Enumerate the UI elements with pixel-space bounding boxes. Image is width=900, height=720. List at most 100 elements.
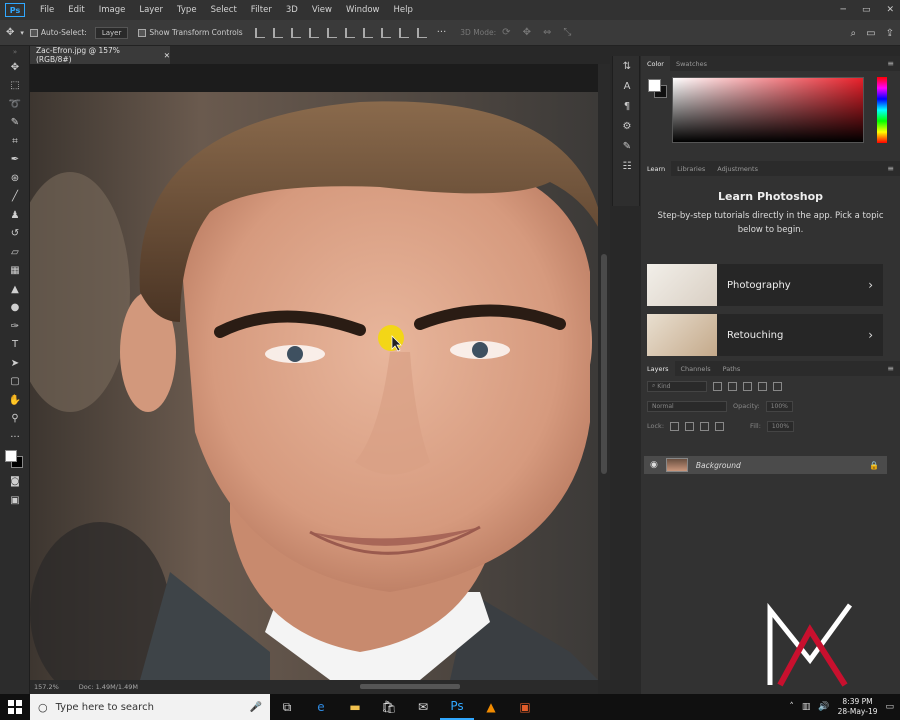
panel-menu-icon[interactable]: ≡ [887,164,894,173]
dodge-tool-icon[interactable]: ● [0,299,30,318]
edge-browser-icon[interactable]: e [304,694,338,720]
character-panel-icon[interactable]: A [613,76,641,96]
history-brush-tool-icon[interactable]: ↺ [0,225,30,244]
hue-slider[interactable] [877,77,887,143]
network-icon[interactable]: ▥ [802,702,811,712]
tool-presets-icon[interactable]: ☷ [613,156,641,176]
tab-color[interactable]: Color [641,56,670,71]
align-center-icon[interactable] [272,27,283,38]
pen-tool-icon[interactable]: ✑ [0,317,30,336]
maximize-icon[interactable]: ▭ [862,5,871,15]
foreground-color-swatch[interactable] [648,79,661,92]
hand-tool-icon[interactable]: ✋ [0,391,30,410]
tab-channels[interactable]: Channels [675,361,717,376]
minimize-icon[interactable]: ─ [841,5,846,15]
foreground-color-swatch[interactable] [5,449,17,462]
distribute-icon[interactable] [416,27,427,38]
distribute-icon[interactable] [362,27,373,38]
menu-help[interactable]: Help [387,5,420,15]
auto-select-checkbox[interactable]: Auto-Select: [29,28,87,37]
3d-orbit-icon[interactable]: ⟳ [502,27,510,38]
transform-controls-checkbox[interactable]: Show Transform Controls [138,28,243,37]
learn-card-retouching[interactable]: Retouching › [647,314,883,356]
fill-input[interactable]: 100% [766,420,795,432]
lock-all-icon[interactable] [715,421,725,431]
eyedropper-tool-icon[interactable]: ✒ [0,151,30,170]
horizontal-scrollbar[interactable] [360,684,460,689]
layer-name[interactable]: Background [696,461,741,470]
scrollbar-thumb[interactable] [601,254,607,474]
align-right-icon[interactable] [290,27,301,38]
document-image[interactable] [30,92,598,680]
lock-position-icon[interactable] [685,421,695,431]
distribute-icon[interactable] [380,27,391,38]
3d-pan-icon[interactable]: ✥ [523,27,531,38]
clock[interactable]: 8:39 PM 28-May-19 [838,697,878,717]
screen-mode-icon[interactable]: ▣ [0,491,30,510]
marquee-tool-icon[interactable]: ⬚ [0,77,30,96]
task-view-icon[interactable]: ⧉ [270,694,304,720]
taskbar-search[interactable]: ○ Type here to search 🎤 [30,694,270,720]
chevron-down-icon[interactable]: ▾ [20,29,24,37]
volume-icon[interactable]: 🔊 [818,702,829,712]
tab-libraries[interactable]: Libraries [671,161,711,176]
more-tools-icon[interactable]: ··· [0,428,30,447]
align-top-icon[interactable] [308,27,319,38]
blur-tool-icon[interactable]: ▲ [0,280,30,299]
menu-filter[interactable]: Filter [244,5,279,15]
menu-edit[interactable]: Edit [61,5,91,15]
brush-tool-icon[interactable]: ╱ [0,188,30,207]
auto-select-dropdown[interactable]: Layer [94,26,129,39]
menu-type[interactable]: Type [170,5,204,15]
media-app-icon[interactable]: ▣ [508,694,542,720]
rectangle-tool-icon[interactable]: ▢ [0,373,30,392]
menu-layer[interactable]: Layer [132,5,170,15]
quick-mask-icon[interactable]: ◙ [0,473,30,492]
close-icon[interactable]: ✕ [164,51,170,60]
3d-slide-icon[interactable]: ⇔ [543,27,551,38]
healing-tool-icon[interactable]: ⊛ [0,169,30,188]
quick-select-tool-icon[interactable]: ✎ [0,114,30,133]
eye-icon[interactable]: ◉ [650,460,658,470]
lock-artboard-icon[interactable] [700,421,710,431]
search-icon[interactable]: ⌕ [851,28,857,39]
path-select-tool-icon[interactable]: ➤ [0,354,30,373]
move-tool-icon[interactable]: ✥ [0,58,30,77]
layer-row-background[interactable]: ◉ Background 🔒 [644,456,887,474]
crop-tool-icon[interactable]: ⌗ [0,132,30,151]
menu-3d[interactable]: 3D [279,5,305,15]
vlc-icon[interactable]: ▲ [474,694,508,720]
type-filter-icon[interactable] [743,381,752,391]
menu-file[interactable]: File [33,5,61,15]
zoom-level[interactable]: 157.2% [34,683,59,691]
learn-card-photography[interactable]: Photography › [647,264,883,306]
align-left-icon[interactable] [254,27,265,38]
zoom-tool-icon[interactable]: ⚲ [0,410,30,429]
menu-select[interactable]: Select [204,5,244,15]
stamp-tool-icon[interactable]: ♟ [0,206,30,225]
chevron-up-icon[interactable]: ˄ [789,702,794,712]
history-panel-icon[interactable]: ⇅ [613,56,641,76]
workspace-icon[interactable]: ▭ [866,28,875,39]
brush-settings-icon[interactable]: ✎ [613,136,641,156]
windows-start-icon[interactable] [0,694,30,720]
lasso-tool-icon[interactable]: ➰ [0,95,30,114]
opacity-input[interactable]: 100% [765,400,793,412]
more-icon[interactable]: ··· [437,27,447,38]
photoshop-taskbar-icon[interactable]: Ps [440,694,474,720]
color-swatches[interactable] [0,447,30,473]
3d-scale-icon[interactable]: ⤡ [563,27,571,38]
tab-adjustments[interactable]: Adjustments [711,161,764,176]
move-tool-icon[interactable]: ✥ [6,27,14,38]
adjustment-filter-icon[interactable] [728,381,737,391]
properties-panel-icon[interactable]: ⚙ [613,116,641,136]
smart-object-filter-icon[interactable] [773,381,782,391]
panel-menu-icon[interactable]: ≡ [887,59,894,68]
store-icon[interactable]: 🛍 [372,694,406,720]
close-icon[interactable]: ✕ [886,5,894,15]
color-picker-field[interactable] [672,77,864,143]
align-middle-icon[interactable] [326,27,337,38]
tab-layers[interactable]: Layers [641,361,675,376]
lock-pixels-icon[interactable] [670,421,680,431]
kind-filter-dropdown[interactable]: ⌕ Kind [647,380,707,392]
